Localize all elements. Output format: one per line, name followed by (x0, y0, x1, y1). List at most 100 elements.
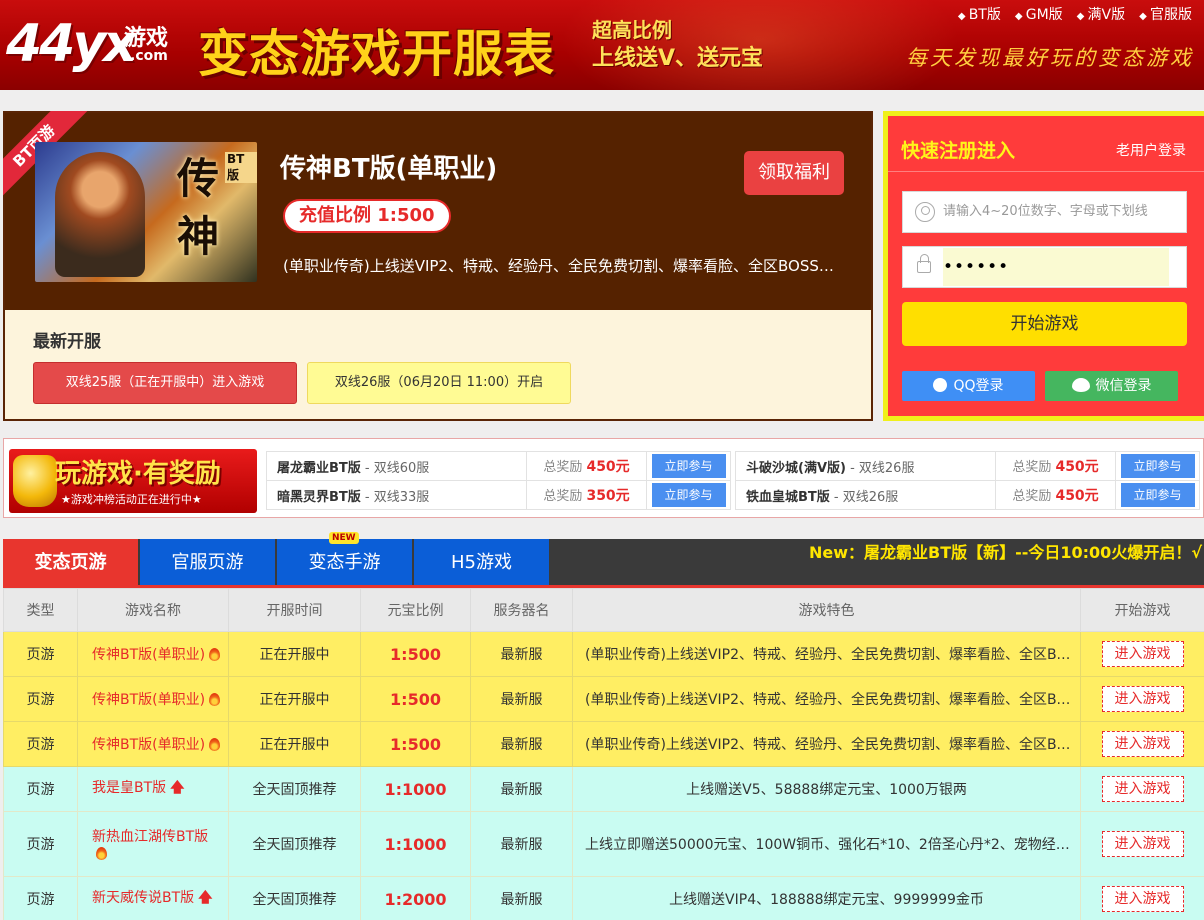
cell-type: 页游 (3, 876, 78, 920)
reward-game[interactable]: 屠龙霸业BT版 - 双线60服 (266, 451, 527, 481)
table-row: 页游 我是皇BT版 🡅 全天固顶推荐 1:1000 最新服 上线赠送V5、5888… (3, 766, 1204, 812)
cell-server: 最新服 (470, 721, 573, 767)
server-enter-button[interactable]: 双线25服（正在开服中）进入游戏 (33, 362, 297, 404)
game-poster[interactable]: 传神 BT版 (35, 142, 257, 282)
prize-label: 总奖励 (1012, 489, 1056, 504)
logo-domain: .com (130, 48, 168, 64)
page-title: 变态游戏开服表 (198, 25, 555, 83)
reward-banner[interactable]: 玩游戏·有奖励 ★游戏冲榜活动正在进行中★ (9, 449, 257, 513)
join-now-button[interactable]: 立即参与 (1120, 483, 1195, 507)
username-placeholder: 请输入4~20位数字、字母或下划线 (943, 204, 1148, 219)
header-slogan: 每天发现最好玩的变态游戏 (906, 46, 1194, 70)
newest-servers-label: 最新开服 (33, 332, 101, 352)
col-server: 服务器名 (470, 588, 573, 632)
reward-banner-title: 玩游戏·有奖励 (55, 459, 221, 489)
cell-open-time: 正在开服中 (228, 631, 361, 677)
cell-server: 最新服 (470, 766, 573, 812)
game-name-link: 传神BT版(单职业) (92, 647, 206, 663)
nav-full-v[interactable]: 满V版 (1077, 4, 1126, 24)
prize-amount: 450元 (1055, 459, 1099, 475)
cell-game-name[interactable]: 新天威传说BT版 🡅 (77, 876, 229, 920)
nav-gm[interactable]: GM版 (1015, 4, 1063, 24)
table-row: 页游 传神BT版(单职业) 正在开服中 1:500 最新服 (单职业传奇)上线送… (3, 631, 1204, 677)
reward-action-cell: 立即参与 (1115, 480, 1200, 510)
hot-fire-icon (209, 648, 221, 661)
rising-arrow-icon: 🡅 (198, 890, 213, 906)
col-feature: 游戏特色 (572, 588, 1081, 632)
recharge-ratio-badge: 充值比例 1:500 (283, 199, 451, 233)
password-field[interactable]: •••••• (902, 246, 1187, 288)
cell-ratio: 1:2000 (360, 876, 471, 920)
register-form: 快速注册进入 老用户登录 请输入4~20位数字、字母或下划线 •••••• 开始… (888, 116, 1204, 416)
cell-feature: (单职业传奇)上线送VIP2、特戒、经验丹、全民免费切割、爆率看脸、全区BOSS (572, 676, 1081, 722)
tab-bt-mobile[interactable]: NEW 变态手游 (277, 532, 412, 585)
lock-icon (917, 254, 931, 273)
cell-feature: 上线赠送VIP4、188888绑定元宝、9999999金币 (572, 876, 1081, 920)
game-name-link: 传神BT版(单职业) (92, 737, 206, 753)
cell-ratio: 1:500 (360, 676, 471, 722)
nav-bt[interactable]: BT版 (958, 4, 1001, 24)
cell-feature: (单职业传奇)上线送VIP2、特戒、经验丹、全民免费切割、爆率看脸、全区BOSS (572, 631, 1081, 677)
claim-welfare-button[interactable]: 领取福利 (744, 151, 844, 195)
reward-prize: 总奖励 450元 (995, 480, 1116, 510)
reward-action-cell: 立即参与 (646, 480, 731, 510)
cell-action: 进入游戏 (1080, 766, 1204, 812)
enter-game-button[interactable]: 进入游戏 (1101, 731, 1184, 757)
trophy-icon (13, 455, 57, 507)
old-user-login-link[interactable]: 老用户登录 (1116, 140, 1186, 160)
featured-game-title[interactable]: 传神BT版(单职业) (280, 148, 497, 185)
enter-game-button[interactable]: 进入游戏 (1101, 641, 1184, 667)
cell-ratio: 1:500 (360, 631, 471, 677)
start-game-button[interactable]: 开始游戏 (902, 302, 1187, 346)
reward-row: 屠龙霸业BT版 - 双线60服 总奖励 450元 立即参与 (266, 451, 731, 481)
cell-game-name[interactable]: 新热血江湖传BT版 (77, 811, 229, 877)
cell-server: 最新服 (470, 811, 573, 877)
reward-table-left: 屠龙霸业BT版 - 双线60服 总奖励 450元 立即参与 暗黑灵界BT版 - … (266, 451, 731, 510)
enter-game-button[interactable]: 进入游戏 (1101, 686, 1184, 712)
reward-server: - 双线33服 (360, 489, 430, 505)
username-field[interactable]: 请输入4~20位数字、字母或下划线 (902, 191, 1187, 233)
cell-action: 进入游戏 (1080, 876, 1204, 920)
prize-amount: 350元 (586, 488, 630, 504)
game-name-link: 新热血江湖传BT版 (92, 829, 209, 845)
site-logo[interactable]: 44yx 游戏 .com (6, 14, 192, 78)
server-upcoming-button[interactable]: 双线26服（06月20日 11:00）开启 (307, 362, 571, 404)
cell-type: 页游 (3, 676, 78, 722)
join-now-button[interactable]: 立即参与 (651, 483, 726, 507)
cell-server: 最新服 (470, 676, 573, 722)
user-icon (915, 202, 935, 222)
reward-game[interactable]: 暗黑灵界BT版 - 双线33服 (266, 480, 527, 510)
cell-game-name[interactable]: 传神BT版(单职业) (77, 721, 229, 767)
wechat-login-button[interactable]: 微信登录 (1045, 371, 1178, 401)
cell-game-name[interactable]: 传神BT版(单职业) (77, 631, 229, 677)
enter-game-button[interactable]: 进入游戏 (1101, 776, 1184, 802)
reward-server: - 双线26服 (829, 489, 899, 505)
enter-game-button[interactable]: 进入游戏 (1101, 831, 1184, 857)
reward-game[interactable]: 斗破沙城(满V版) - 双线26服 (735, 451, 996, 481)
cell-action: 进入游戏 (1080, 811, 1204, 877)
cell-feature: 上线立即赠送50000元宝、100W铜币、强化石*10、2倍圣心丹*2、宠物经验… (572, 811, 1081, 877)
cell-game-name[interactable]: 传神BT版(单职业) (77, 676, 229, 722)
reward-game[interactable]: 铁血皇城BT版 - 双线26服 (735, 480, 996, 510)
join-now-button[interactable]: 立即参与 (1120, 454, 1195, 478)
cell-open-time: 全天固顶推荐 (228, 876, 361, 920)
register-title: 快速注册进入 (901, 140, 1016, 162)
tab-h5[interactable]: H5游戏 (414, 539, 549, 585)
qq-login-label: QQ登录 (953, 378, 1004, 394)
cell-open-time: 全天固顶推荐 (228, 811, 361, 877)
new-badge: NEW (329, 532, 359, 544)
prize-amount: 450元 (586, 459, 630, 475)
enter-game-button[interactable]: 进入游戏 (1101, 886, 1184, 912)
news-marquee[interactable]: New：屠龙霸业BT版【新】--今日10:00火爆开启！√ (809, 539, 1202, 563)
reward-row: 铁血皇城BT版 - 双线26服 总奖励 450元 立即参与 (735, 480, 1200, 510)
hot-fire-icon (96, 847, 107, 860)
nav-official[interactable]: 官服版 (1139, 4, 1192, 24)
tab-bt-webgame[interactable]: 变态页游 (3, 539, 138, 585)
cell-game-name[interactable]: 我是皇BT版 🡅 (77, 766, 229, 812)
cell-type: 页游 (3, 631, 78, 677)
qq-login-button[interactable]: QQ登录 (902, 371, 1035, 401)
game-server-table: 类型 游戏名称 开服时间 元宝比例 服务器名 游戏特色 开始游戏 页游 传神BT… (3, 588, 1204, 920)
tab-official-webgame[interactable]: 官服页游 (140, 539, 275, 585)
join-now-button[interactable]: 立即参与 (651, 454, 726, 478)
site-header: 44yx 游戏 .com 变态游戏开服表 超高比例 上线送V、送元宝 BT版 G… (0, 0, 1204, 90)
